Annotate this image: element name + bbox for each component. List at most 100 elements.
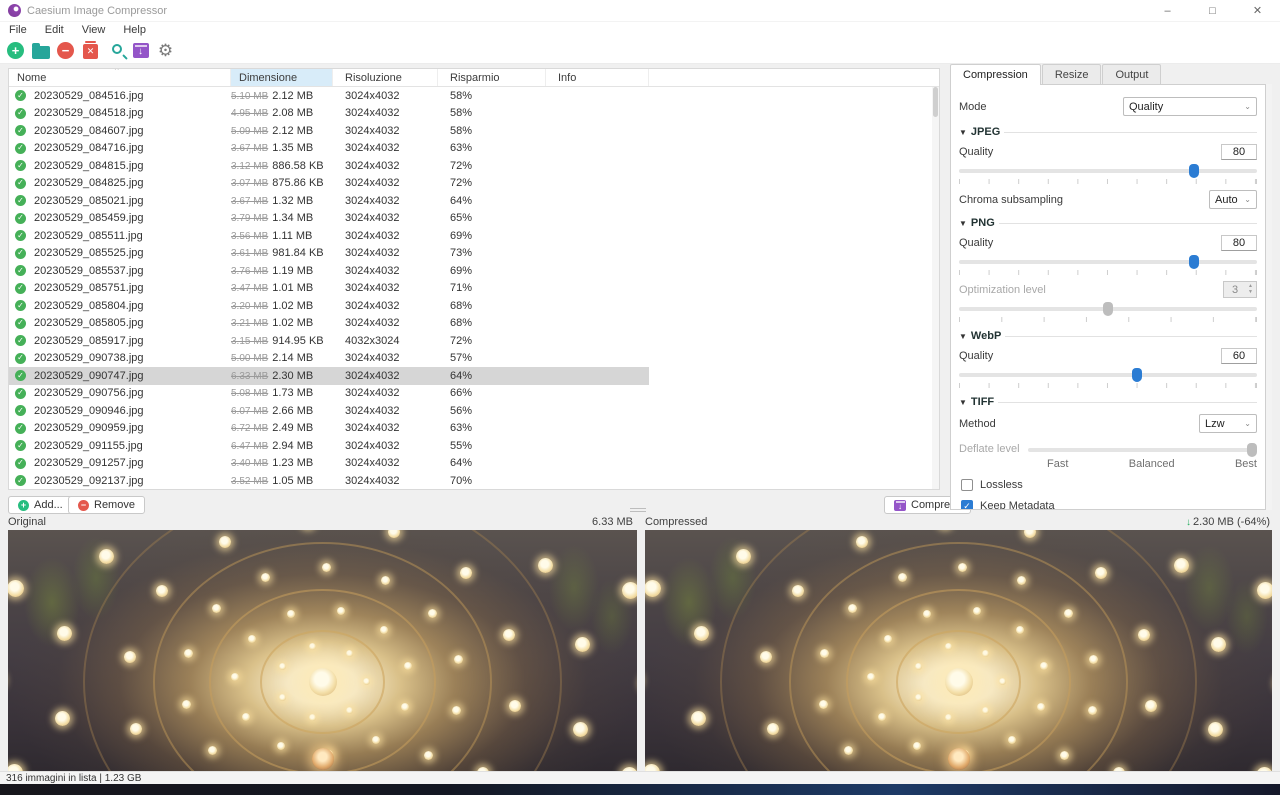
resolution: 3024x4032	[333, 457, 438, 469]
table-row[interactable]: ✓ 20230529_090738.jpg 5.00 MB2.14 MB 302…	[9, 350, 649, 368]
table-row[interactable]: ✓ 20230529_085804.jpg 3.20 MB1.02 MB 302…	[9, 297, 649, 315]
compressed-check-icon: ✓	[15, 230, 26, 241]
tiff-section-header[interactable]: ▼ TIFF	[959, 396, 1257, 408]
table-row[interactable]: ✓ 20230529_085751.jpg 3.47 MB1.01 MB 302…	[9, 280, 649, 298]
remove-button[interactable]: − Remove	[68, 496, 145, 514]
png-optimization-slider	[959, 302, 1257, 316]
new-size: 875.86 KB	[272, 177, 323, 189]
status-text: 316 immagini in lista | 1.23 GB	[6, 773, 141, 784]
compress-icon[interactable]: ↓	[131, 41, 150, 60]
panel-scrollbar[interactable]	[1266, 84, 1272, 510]
table-row[interactable]: ✓ 20230529_084825.jpg 3.07 MB875.86 KB 3…	[9, 175, 649, 193]
tiff-method-dropdown[interactable]: Lzw⌄	[1199, 414, 1257, 433]
menu-edit[interactable]: Edit	[36, 24, 73, 36]
new-size: 2.30 MB	[272, 370, 313, 382]
file-name: 20230529_090756.jpg	[34, 387, 144, 399]
add-files-icon[interactable]: +	[6, 41, 25, 60]
new-size: 1.05 MB	[272, 475, 313, 487]
tab-compression[interactable]: Compression	[950, 64, 1041, 85]
close-button[interactable]: ✕	[1235, 0, 1280, 21]
table-row[interactable]: ✓ 20230529_084716.jpg 3.67 MB1.35 MB 302…	[9, 140, 649, 158]
settings-gear-icon[interactable]: ⚙	[156, 41, 175, 60]
table-row[interactable]: ✓ 20230529_085805.jpg 3.21 MB1.02 MB 302…	[9, 315, 649, 333]
header-risparmio[interactable]: Risparmio	[438, 69, 546, 86]
keep-metadata-checkbox[interactable]: ✓	[961, 500, 973, 510]
splitter-handle[interactable]	[630, 508, 646, 512]
webp-section-header[interactable]: ▼ WebP	[959, 330, 1257, 342]
maximize-button[interactable]: □	[1190, 0, 1235, 21]
resolution: 3024x4032	[333, 370, 438, 382]
title-bar: Caesium Image Compressor – □ ✕	[0, 0, 1280, 22]
jpeg-quality-input[interactable]: 80	[1221, 144, 1257, 160]
new-size: 2.12 MB	[272, 125, 313, 137]
table-row[interactable]: ✓ 20230529_090946.jpg 6.07 MB2.66 MB 302…	[9, 402, 649, 420]
png-optimization-spinbox[interactable]: 3 ▲▼	[1223, 281, 1257, 298]
saving-percent: 58%	[438, 107, 546, 119]
compressed-check-icon: ✓	[15, 125, 26, 136]
png-quality-slider[interactable]	[959, 255, 1257, 269]
header-risoluzione[interactable]: Risoluzione	[333, 69, 438, 86]
table-row[interactable]: ✓ 20230529_084516.jpg 5.10 MB2.12 MB 302…	[9, 87, 649, 105]
mode-dropdown[interactable]: Quality⌄	[1123, 97, 1257, 116]
table-row[interactable]: ✓ 20230529_084607.jpg 5.09 MB2.12 MB 302…	[9, 122, 649, 140]
preview-photo[interactable]	[645, 530, 1272, 771]
remove-file-icon[interactable]: −	[56, 41, 75, 60]
jpeg-section-header[interactable]: ▼ JPEG	[959, 126, 1257, 138]
chroma-dropdown[interactable]: Auto⌄	[1209, 190, 1257, 209]
table-row[interactable]: ✓ 20230529_085917.jpg 3.15 MB914.95 KB 4…	[9, 332, 649, 350]
panel-tabs: Compression Resize Output	[950, 64, 1272, 84]
menu-view[interactable]: View	[73, 24, 115, 36]
new-size: 1.02 MB	[272, 317, 313, 329]
saving-percent: 63%	[438, 142, 546, 154]
lossless-checkbox[interactable]: ✓	[961, 479, 973, 491]
webp-quality-input[interactable]: 60	[1221, 348, 1257, 364]
table-row[interactable]: ✓ 20230529_092137.jpg 3.52 MB1.05 MB 302…	[9, 472, 649, 490]
file-name: 20230529_084716.jpg	[34, 142, 144, 154]
saving-percent: 58%	[438, 125, 546, 137]
file-name: 20230529_085805.jpg	[34, 317, 144, 329]
resolution: 3024x4032	[333, 177, 438, 189]
tab-resize[interactable]: Resize	[1042, 64, 1102, 84]
preview-photo[interactable]	[8, 530, 637, 771]
table-row[interactable]: ✓ 20230529_090756.jpg 5.08 MB1.73 MB 302…	[9, 385, 649, 403]
original-size: 6.33 MB	[592, 516, 633, 528]
minimize-button[interactable]: –	[1145, 0, 1190, 21]
png-quality-input[interactable]: 80	[1221, 235, 1257, 251]
file-list: ⌃ Nome Dimensione Risoluzione Risparmio …	[8, 68, 940, 490]
saving-percent: 71%	[438, 282, 546, 294]
file-name: 20230529_084825.jpg	[34, 177, 144, 189]
tab-output[interactable]: Output	[1102, 64, 1161, 84]
table-row[interactable]: ✓ 20230529_091155.jpg 6.47 MB2.94 MB 302…	[9, 437, 649, 455]
table-row[interactable]: ✓ 20230529_085511.jpg 3.56 MB1.11 MB 302…	[9, 227, 649, 245]
table-row[interactable]: ✓ 20230529_085021.jpg 3.67 MB1.32 MB 302…	[9, 192, 649, 210]
add-button[interactable]: + Add...	[8, 496, 73, 514]
table-row[interactable]: ✓ 20230529_085537.jpg 3.76 MB1.19 MB 302…	[9, 262, 649, 280]
preview-icon[interactable]	[106, 41, 125, 60]
jpeg-quality-slider[interactable]	[959, 164, 1257, 178]
header-dimensione[interactable]: Dimensione	[231, 69, 333, 86]
table-row[interactable]: ✓ 20230529_091257.jpg 3.40 MB1.23 MB 302…	[9, 455, 649, 473]
resolution: 3024x4032	[333, 265, 438, 277]
compressed-check-icon: ✓	[15, 178, 26, 189]
add-folder-icon[interactable]	[31, 41, 50, 60]
table-row[interactable]: ✓ 20230529_085525.jpg 3.61 MB981.84 KB 3…	[9, 245, 649, 263]
file-name: 20230529_084607.jpg	[34, 125, 144, 137]
spinner-arrows-icon[interactable]: ▲▼	[1246, 282, 1255, 297]
clear-list-icon[interactable]: ✕	[81, 41, 100, 60]
table-row[interactable]: ✓ 20230529_084518.jpg 4.95 MB2.08 MB 302…	[9, 105, 649, 123]
menu-file[interactable]: File	[0, 24, 36, 36]
table-row[interactable]: ✓ 20230529_084815.jpg 3.12 MB886.58 KB 3…	[9, 157, 649, 175]
table-row[interactable]: ✓ 20230529_090747.jpg 6.33 MB2.30 MB 302…	[9, 367, 649, 385]
png-section-header[interactable]: ▼ PNG	[959, 217, 1257, 229]
table-row[interactable]: ✓ 20230529_090959.jpg 6.72 MB2.49 MB 302…	[9, 420, 649, 438]
resolution: 3024x4032	[333, 422, 438, 434]
webp-quality-slider[interactable]	[959, 368, 1257, 382]
header-info[interactable]: Info	[546, 69, 649, 86]
window-title: Caesium Image Compressor	[27, 5, 167, 17]
menu-help[interactable]: Help	[114, 24, 155, 36]
new-size: 2.66 MB	[272, 405, 313, 417]
file-table-header: ⌃ Nome Dimensione Risoluzione Risparmio …	[9, 69, 939, 87]
table-row[interactable]: ✓ 20230529_085459.jpg 3.79 MB1.34 MB 302…	[9, 210, 649, 228]
png-slider-ticks	[959, 270, 1257, 275]
list-scrollbar[interactable]	[932, 87, 939, 489]
